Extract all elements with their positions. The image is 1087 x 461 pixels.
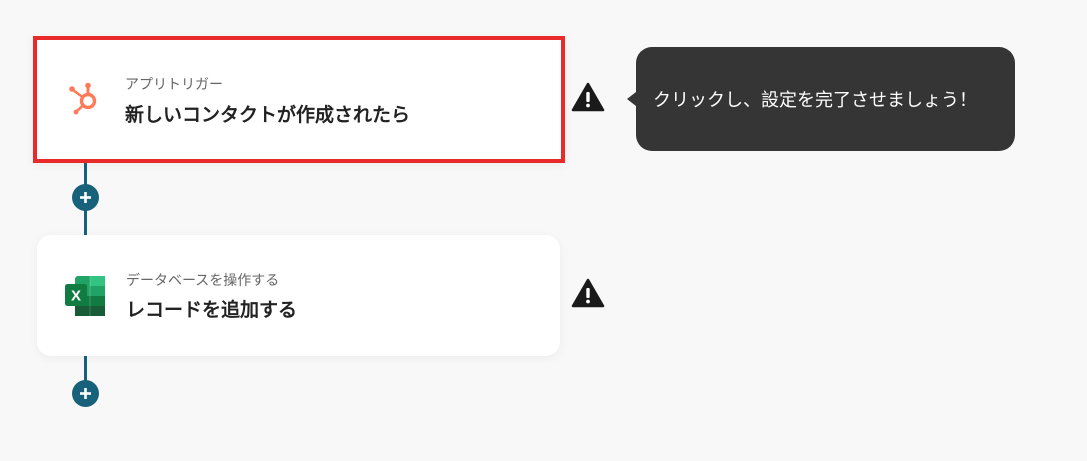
warning-icon[interactable] [571, 82, 605, 112]
add-step-button[interactable] [72, 380, 99, 407]
plus-icon [80, 388, 91, 399]
step-title: 新しいコンタクトが作成されたら [125, 104, 411, 126]
step-title: レコードを追加する [126, 299, 298, 321]
plus-icon [80, 192, 91, 203]
svg-text:X: X [71, 288, 81, 305]
flow-step-card-trigger[interactable]: アプリトリガー 新しいコンタクトが作成されたら [33, 36, 565, 163]
add-step-button[interactable] [72, 184, 99, 211]
tooltip-text: クリックし、設定を完了させましょう！ [653, 90, 977, 111]
step-type-label: データベースを操作する [126, 273, 280, 289]
step-type-label: アプリトリガー [125, 77, 223, 93]
setup-tooltip: クリックし、設定を完了させましょう！ [627, 47, 1015, 151]
flow-step-card-action[interactable]: X データベースを操作する レコードを追加する [37, 235, 560, 356]
excel-icon: X [65, 275, 107, 317]
warning-icon[interactable] [571, 278, 605, 308]
hubspot-icon [63, 77, 105, 119]
